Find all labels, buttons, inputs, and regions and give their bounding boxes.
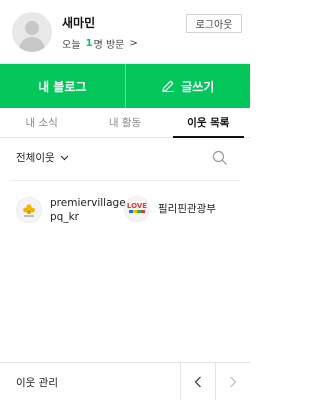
filter-label: 전체이웃 — [16, 152, 55, 164]
visit-count-link[interactable]: 오늘 1 명 방문 > — [62, 36, 138, 51]
love-the-philippines-logo-icon: LOVE — [124, 196, 150, 222]
neighbor-item[interactable]: premiervillagepq_kr — [16, 196, 126, 224]
my-blog-button[interactable]: 내 블로그 — [0, 64, 125, 108]
premier-village-logo-icon — [16, 197, 42, 223]
chevron-down-icon — [60, 155, 69, 160]
neighbor-item[interactable]: LOVE 필리핀관광부 — [124, 196, 216, 222]
write-label: 글쓰기 — [181, 79, 215, 94]
filter-row: 전체이웃 — [0, 144, 250, 172]
my-blog-label: 내 블로그 — [38, 79, 87, 94]
neighbor-name: premiervillagepq_kr — [50, 197, 126, 223]
footer-bar: 이웃 관리 — [0, 362, 250, 400]
chevron-right-icon: > — [129, 38, 138, 49]
tab-bar: 내 소식 내 활동 이웃 목록 — [0, 108, 250, 138]
tab-neighbor-list[interactable]: 이웃 목록 — [167, 108, 250, 138]
neighbor-name: 필리핀관광부 — [158, 203, 216, 215]
write-button[interactable]: 글쓰기 — [126, 64, 251, 108]
profile-header: 새마민 오늘 1 명 방문 > 로그아웃 — [0, 0, 250, 64]
visit-count: 1 — [85, 38, 93, 49]
list-separator — [10, 180, 240, 181]
svg-text:LOVE: LOVE — [127, 202, 147, 210]
logout-button[interactable]: 로그아웃 — [186, 14, 242, 33]
action-bar: 내 블로그 글쓰기 — [0, 64, 250, 108]
next-page-button[interactable] — [215, 363, 249, 400]
prev-page-button[interactable] — [180, 363, 214, 400]
tab-my-news[interactable]: 내 소식 — [0, 108, 83, 137]
search-button[interactable] — [212, 150, 228, 166]
visit-prefix: 오늘 — [62, 40, 81, 51]
visit-suffix: 명 방문 — [93, 40, 125, 51]
chevron-right-icon — [229, 376, 236, 387]
tab-my-activity[interactable]: 내 활동 — [83, 108, 166, 137]
search-icon — [212, 150, 227, 165]
chevron-left-icon — [194, 376, 201, 387]
avatar[interactable] — [12, 12, 52, 52]
neighbor-filter-dropdown[interactable]: 전체이웃 — [16, 150, 69, 165]
manage-neighbors-button[interactable]: 이웃 관리 — [16, 375, 58, 390]
pencil-icon — [162, 80, 174, 92]
nickname[interactable]: 새마민 — [62, 14, 95, 31]
